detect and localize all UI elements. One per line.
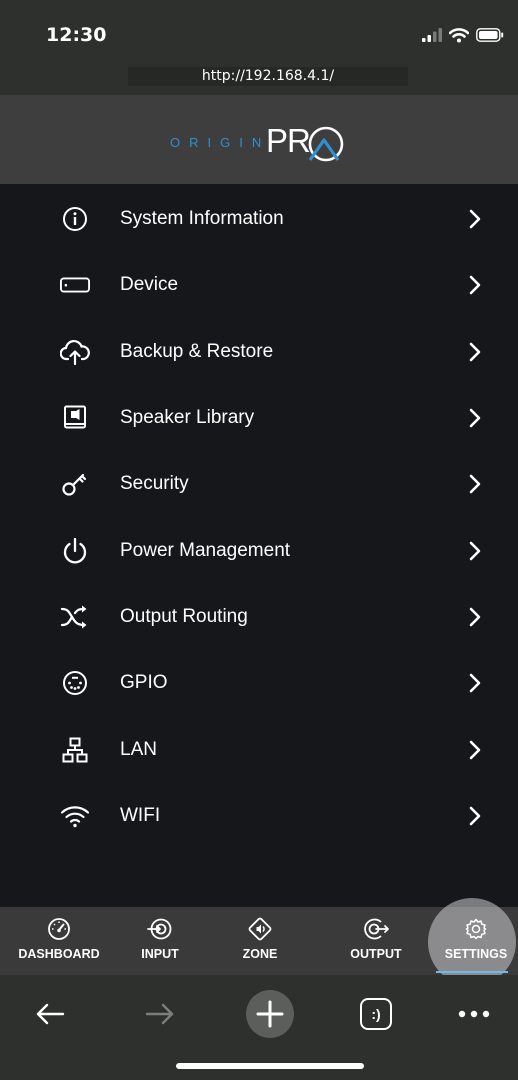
arrow-left-icon — [36, 1003, 65, 1025]
home-indicator — [176, 1063, 364, 1069]
new-tab-button[interactable] — [244, 990, 296, 1038]
device-icon — [60, 270, 90, 300]
gear-icon — [463, 917, 489, 941]
gpio-icon — [60, 668, 90, 698]
menu-item-power-management[interactable]: Power Management — [0, 517, 518, 583]
menu-item-lan[interactable]: LAN — [0, 716, 518, 782]
logo-mark: PR — [266, 122, 344, 162]
menu-item-label: Output Routing — [120, 605, 248, 627]
status-time: 12:30 — [46, 24, 107, 46]
settings-menu: System Information Device Backup & Resto… — [0, 186, 518, 849]
tab-label: OUTPUT — [350, 947, 402, 961]
zone-icon — [247, 917, 273, 941]
arrow-right-icon — [145, 1003, 174, 1025]
status-icons — [422, 26, 504, 44]
menu-item-label: Speaker Library — [120, 407, 255, 429]
tab-label: SETTINGS — [444, 947, 508, 961]
chevron-right-icon — [465, 207, 485, 231]
forward-button[interactable] — [140, 992, 180, 1036]
status-bar: 12:30 http://192.168.4.1/ — [0, 0, 518, 95]
menu-item-label: LAN — [120, 738, 157, 760]
key-icon — [60, 469, 90, 499]
shuffle-icon — [60, 602, 90, 632]
chevron-right-icon — [465, 605, 485, 629]
menu-item-output-routing[interactable]: Output Routing — [0, 584, 518, 650]
tab-count-badge: :) — [360, 998, 392, 1030]
tab-label: ZONE — [242, 947, 278, 961]
chevron-right-icon — [465, 671, 485, 695]
tabs-button[interactable]: :) — [356, 992, 396, 1036]
origin-pro-logo: ORIGIN PR — [170, 120, 370, 164]
signal-icon — [422, 28, 442, 42]
menu-item-label: Power Management — [120, 539, 291, 561]
info-icon — [60, 204, 90, 234]
tab-label: DASHBOARD — [18, 947, 100, 961]
tab-settings[interactable]: SETTINGS — [424, 907, 518, 975]
power-icon — [60, 536, 90, 566]
menu-item-device[interactable]: Device — [0, 252, 518, 318]
output-icon — [363, 917, 389, 941]
speaker-library-icon — [60, 403, 90, 433]
menu-item-label: System Information — [120, 208, 284, 230]
tab-zone[interactable]: ZONE — [208, 907, 312, 975]
input-icon — [147, 917, 173, 941]
chevron-right-icon — [465, 472, 485, 496]
network-icon — [60, 735, 90, 765]
menu-item-label: Backup & Restore — [120, 340, 274, 362]
chevron-right-icon — [465, 406, 485, 430]
battery-icon — [476, 28, 504, 42]
chevron-right-icon — [465, 738, 485, 762]
back-button[interactable] — [30, 992, 70, 1036]
svg-text:PR: PR — [266, 122, 310, 159]
plus-icon — [246, 990, 294, 1038]
menu-item-label: Security — [120, 473, 189, 495]
menu-item-label: WIFI — [120, 804, 161, 826]
menu-item-security[interactable]: Security — [0, 451, 518, 517]
menu-item-speaker-library[interactable]: Speaker Library — [0, 385, 518, 451]
logo-text: ORIGIN — [170, 134, 271, 150]
tab-input[interactable]: INPUT — [108, 907, 212, 975]
tab-dashboard[interactable]: DASHBOARD — [7, 907, 111, 975]
wifi-status-icon — [449, 27, 469, 42]
active-tab-indicator — [436, 971, 508, 973]
gauge-icon — [46, 917, 72, 941]
menu-item-label: GPIO — [120, 672, 168, 694]
menu-item-gpio[interactable]: GPIO — [0, 650, 518, 716]
tab-label: INPUT — [141, 947, 179, 961]
menu-item-label: Device — [120, 274, 179, 296]
url-bar[interactable]: http://192.168.4.1/ — [128, 67, 408, 86]
menu-item-system-information[interactable]: System Information — [0, 186, 518, 252]
chevron-right-icon — [465, 539, 485, 563]
tab-output[interactable]: OUTPUT — [324, 907, 428, 975]
chevron-right-icon — [465, 340, 485, 364]
cloud-upload-icon — [60, 337, 90, 367]
chevron-right-icon — [465, 273, 485, 297]
more-dots-icon — [458, 1010, 490, 1018]
wifi-icon — [60, 801, 90, 831]
menu-item-backup-restore[interactable]: Backup & Restore — [0, 319, 518, 385]
chevron-right-icon — [465, 804, 485, 828]
more-menu-button[interactable] — [454, 992, 494, 1036]
menu-item-wifi[interactable]: WIFI — [0, 783, 518, 849]
